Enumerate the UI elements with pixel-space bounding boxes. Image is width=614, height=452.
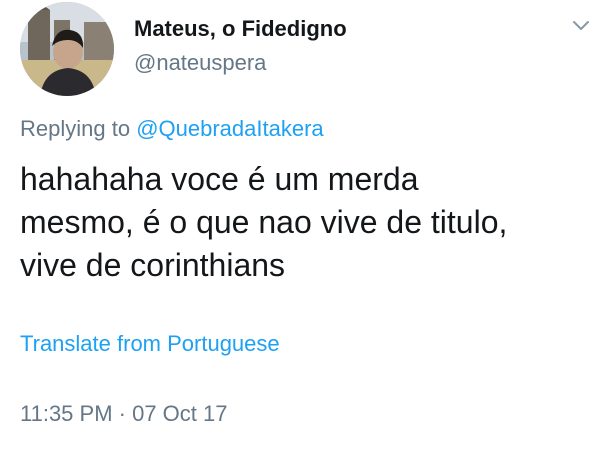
- tweet-text: hahahaha voce é um merda mesmo, é o que …: [20, 161, 508, 283]
- chevron-down-icon[interactable]: [570, 14, 592, 36]
- tweet-card: Mateus, o Fidedigno @nateuspera Replying…: [0, 0, 614, 452]
- author-handle[interactable]: @nateuspera: [134, 50, 266, 76]
- replying-to: Replying to @QuebradaItakera: [20, 116, 324, 142]
- author-display-name[interactable]: Mateus, o Fidedigno: [134, 16, 347, 42]
- replying-to-label: Replying to: [20, 116, 131, 141]
- avatar[interactable]: [20, 2, 114, 96]
- translate-link[interactable]: Translate from Portuguese: [20, 331, 280, 357]
- reply-mention-link[interactable]: @QuebradaItakera: [136, 116, 323, 141]
- tweet-timestamp[interactable]: 11:35 PM · 07 Oct 17: [20, 401, 227, 427]
- profile-photo-image: [20, 2, 114, 96]
